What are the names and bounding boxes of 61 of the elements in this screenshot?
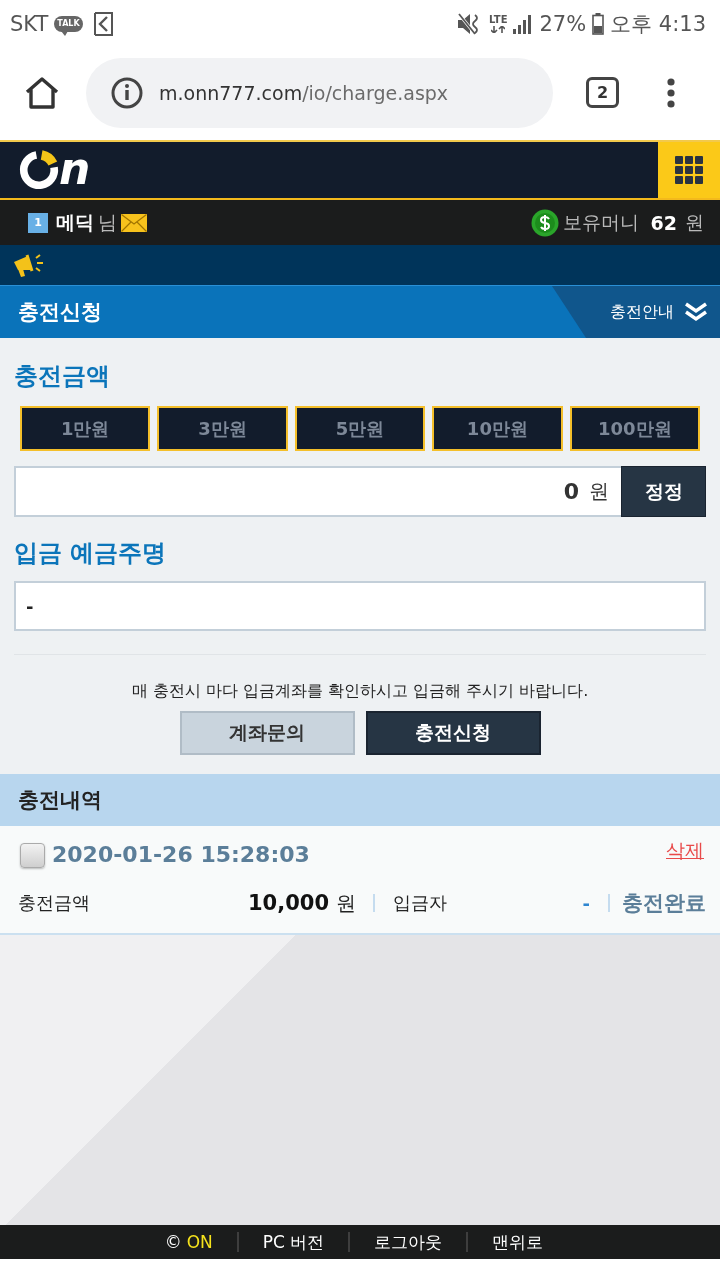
battery-percent: 27% [539, 11, 587, 36]
amount-value: 0 [563, 479, 579, 504]
quick-amount-button[interactable]: 100만원 [569, 406, 700, 451]
quick-amount-button[interactable]: 3만원 [157, 406, 288, 451]
delete-link[interactable]: 삭제 [666, 838, 704, 864]
amount-field[interactable]: 0 원 [14, 466, 621, 517]
nickname: 메딕 [56, 209, 94, 235]
amount-label: 충전금액 [18, 891, 91, 915]
reset-button[interactable]: 정정 [621, 466, 706, 517]
brand-name: ON [186, 1232, 213, 1252]
action-button[interactable]: 계좌문의 [179, 711, 355, 755]
signal-icon [513, 13, 534, 34]
depositor-value: - [582, 892, 590, 914]
currency-label: 원 [685, 209, 704, 235]
grid-menu-button[interactable] [658, 142, 720, 198]
data-arrows-icon [491, 25, 506, 33]
url-path: /io/charge.aspx [302, 81, 449, 104]
record-datetime: 2020-01-26 15:28:03 [52, 841, 310, 869]
record-amount: 10,000 [247, 890, 329, 915]
page-title: 충전신청 [17, 299, 102, 326]
charge-guide-button[interactable]: 충전안내 [552, 286, 720, 338]
level-badge: 1 [28, 212, 48, 233]
depositor-label: 입금자 [393, 891, 447, 915]
menu-icon[interactable] [667, 77, 675, 108]
footer-link[interactable]: 로그아웃 [374, 1230, 443, 1254]
envelope-icon[interactable] [121, 213, 147, 232]
quick-amount-button[interactable]: 1만원 [20, 406, 151, 451]
dollar-coin-icon [530, 208, 559, 237]
section-heading: 충전금액 [14, 361, 111, 392]
address-bar[interactable]: m.onn777.com/io/charge.aspx [86, 57, 553, 128]
quick-amount-button[interactable]: 5만원 [294, 406, 426, 451]
notice-text: 매 충전시 마다 입금계좌를 확인하시고 입금해 주시기 바랍니다. [130, 680, 590, 702]
currency-unit: 원 [336, 889, 356, 917]
copyright-symbol: © [164, 1232, 182, 1252]
action-button[interactable]: 충전신청 [365, 711, 541, 755]
url-host: m.onn777.com [159, 81, 303, 104]
depositor-name-field[interactable]: - [14, 581, 706, 631]
grid-icon [675, 156, 703, 184]
logo-text: n [59, 147, 91, 191]
footer-link[interactable]: 맨위로 [492, 1230, 544, 1254]
quick-amount-button[interactable]: 10만원 [432, 406, 563, 451]
chevron-box-icon [92, 11, 113, 36]
record-checkbox[interactable] [20, 843, 45, 868]
section-heading: 입금 예금주명 [14, 538, 168, 569]
balance-amount: 62 [650, 211, 677, 234]
currency-unit: 원 [589, 478, 609, 505]
logo-ring-icon [18, 149, 60, 191]
balance-label: 보유머니 [562, 209, 639, 235]
megaphone-icon[interactable] [12, 252, 46, 278]
double-chevron-icon [684, 302, 708, 322]
history-heading: 충전내역 [0, 774, 720, 826]
clock-time: 오후 4:13 [610, 10, 706, 38]
honorific-label: 님 [98, 209, 117, 235]
battery-icon [592, 12, 605, 35]
tab-count-button[interactable]: 2 [586, 77, 619, 108]
network-type-label: LTE [489, 14, 508, 25]
footer-link[interactable]: PC 버전 [262, 1230, 325, 1254]
carrier-label: SKT [10, 11, 49, 36]
info-icon[interactable] [111, 76, 143, 109]
home-icon[interactable] [25, 76, 59, 109]
record-status: 충전완료 [622, 890, 706, 917]
